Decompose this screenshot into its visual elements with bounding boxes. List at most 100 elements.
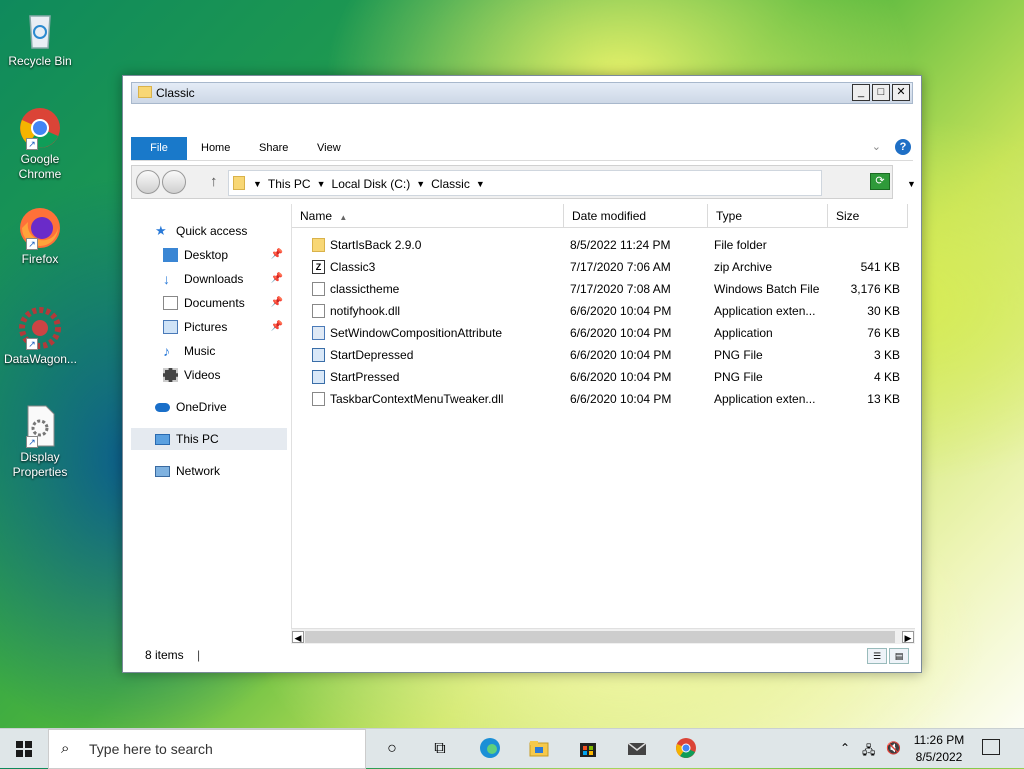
- minimize-button[interactable]: _: [852, 84, 870, 101]
- cell-size: 76 KB: [867, 326, 900, 340]
- address-bar[interactable]: ▼ This PC ▼ Local Disk (C:) ▼ Classic ▼ …: [228, 170, 916, 196]
- edge-icon[interactable]: [478, 737, 502, 761]
- refresh-button[interactable]: ⟳: [870, 173, 890, 190]
- firefox-icon: ↗: [18, 206, 62, 250]
- horizontal-scrollbar[interactable]: ◀ ▶: [291, 628, 915, 644]
- ribbon-tabs: File Home Share View ⌄ ?: [131, 137, 913, 161]
- cell-name: TaskbarContextMenuTweaker.dll: [330, 392, 504, 406]
- nav-item-pictures[interactable]: Pictures 📌: [131, 316, 287, 338]
- table-row[interactable]: StartPressed 6/6/2020 10:04 PM PNG File 4 K…: [292, 366, 916, 388]
- chevron-down-icon[interactable]: ▼: [317, 177, 326, 191]
- nav-this-pc[interactable]: This PC: [131, 428, 287, 450]
- close-button[interactable]: ✕: [892, 84, 910, 101]
- table-row[interactable]: TaskbarContextMenuTweaker.dll 6/6/2020 10…: [292, 388, 916, 410]
- breadcrumb-this-pc[interactable]: This PC: [268, 177, 311, 191]
- sort-ascending-icon: ▲: [339, 213, 348, 222]
- notification-center-icon[interactable]: [982, 739, 1000, 755]
- table-row[interactable]: SetWindowCompositionAttribute 6/6/2020 10…: [292, 322, 916, 344]
- scroll-left-button[interactable]: ◀: [292, 631, 304, 643]
- volume-muted-icon[interactable]: 🔇: [886, 741, 901, 755]
- tab-view[interactable]: View: [303, 137, 355, 160]
- file-file-icon: [312, 392, 325, 406]
- table-row[interactable]: StartDepressed 6/6/2020 10:04 PM PNG File 3…: [292, 344, 916, 366]
- chevron-down-icon[interactable]: ▼: [476, 177, 485, 191]
- desktop-icon-recycle-bin[interactable]: Recycle Bin: [4, 8, 76, 69]
- address-history-dropdown-icon[interactable]: ▼: [907, 179, 916, 189]
- start-button[interactable]: [0, 729, 48, 769]
- desktop-icon-firefox[interactable]: ↗ Firefox: [4, 206, 76, 267]
- scroll-right-button[interactable]: ▶: [902, 631, 914, 643]
- tab-file[interactable]: File: [131, 137, 187, 160]
- nav-item-documents[interactable]: Documents 📌: [131, 292, 287, 314]
- column-header-date[interactable]: Date modified: [564, 204, 708, 228]
- column-header-name[interactable]: Name ▲: [292, 204, 564, 228]
- column-header-size[interactable]: Size: [828, 204, 908, 228]
- desktop-icon-datawagon[interactable]: ↗ DataWagon...: [4, 306, 77, 367]
- details-view-button[interactable]: ☰: [867, 648, 887, 664]
- desktop-icon: [163, 248, 178, 262]
- chrome-taskbar-icon[interactable]: [674, 737, 698, 761]
- back-button[interactable]: [136, 170, 160, 194]
- tab-home[interactable]: Home: [187, 137, 244, 160]
- desktop-icon-display-properties[interactable]: ↗ Display Properties: [4, 404, 76, 480]
- cell-size: 13 KB: [867, 392, 900, 406]
- cell-size: 541 KB: [860, 260, 900, 274]
- title-bar[interactable]: Classic _ □ ✕: [131, 82, 913, 104]
- help-button[interactable]: ?: [895, 139, 911, 155]
- chevron-down-icon[interactable]: ▼: [253, 177, 262, 191]
- forward-button[interactable]: [162, 170, 186, 194]
- nav-item-music[interactable]: ♪ Music: [131, 340, 287, 362]
- system-clock[interactable]: 11:26 PM 8/5/2022: [908, 732, 970, 766]
- task-view-icon[interactable]: ⧉: [428, 737, 452, 761]
- network-status-icon[interactable]: 🖧: [862, 741, 875, 762]
- desktop-icon-label: Google Chrome: [18, 152, 62, 181]
- nav-label: Network: [176, 464, 221, 478]
- nav-item-downloads[interactable]: ↓ Downloads 📌: [131, 268, 287, 290]
- nav-item-videos[interactable]: Videos: [131, 364, 287, 386]
- large-icons-view-button[interactable]: ▤: [889, 648, 909, 664]
- cell-size: 4 KB: [873, 370, 900, 384]
- table-row[interactable]: Z Classic3 7/17/2020 7:06 AM zip Archive 541…: [292, 256, 916, 278]
- scrollbar-thumb[interactable]: [305, 631, 895, 643]
- desktop-icon-chrome[interactable]: ↗ Google Chrome: [4, 106, 76, 182]
- pin-icon[interactable]: 📌: [271, 316, 283, 338]
- table-row[interactable]: StartIsBack 2.9.0 8/5/2022 11:24 PM File f…: [292, 234, 916, 256]
- nav-quick-access[interactable]: ★ Quick access: [131, 220, 287, 242]
- cortana-icon[interactable]: ○: [380, 737, 404, 761]
- pin-icon[interactable]: 📌: [271, 268, 283, 290]
- tab-share[interactable]: Share: [245, 137, 302, 160]
- nav-onedrive[interactable]: OneDrive: [131, 396, 287, 418]
- cell-type: zip Archive: [714, 260, 773, 274]
- breadcrumb-local-disk[interactable]: Local Disk (C:): [332, 177, 411, 191]
- nav-label: OneDrive: [176, 400, 227, 414]
- document-icon: [163, 296, 178, 310]
- chevron-down-icon[interactable]: ▼: [416, 177, 425, 191]
- cell-date: 7/17/2020 7:06 AM: [570, 260, 671, 274]
- navigation-pane: ★ Quick access Desktop 📌 ↓ Downloads 📌 D…: [131, 206, 287, 640]
- pin-icon[interactable]: 📌: [271, 292, 283, 314]
- file-explorer-icon[interactable]: [527, 737, 551, 761]
- cell-name: StartDepressed: [330, 348, 414, 362]
- pin-icon[interactable]: 📌: [271, 244, 283, 266]
- cell-type: Application exten...: [714, 304, 816, 318]
- store-icon[interactable]: [576, 737, 600, 761]
- column-label: Name: [300, 209, 333, 223]
- nav-label: Music: [184, 344, 216, 358]
- desktop-icon-label: Firefox: [21, 252, 59, 266]
- maximize-button[interactable]: □: [872, 84, 890, 101]
- breadcrumb: ▼ This PC ▼ Local Disk (C:) ▼ Classic ▼: [253, 177, 485, 191]
- table-row[interactable]: notifyhook.dll 6/6/2020 10:04 PM Applicati…: [292, 300, 916, 322]
- column-header-type[interactable]: Type: [708, 204, 828, 228]
- table-row[interactable]: classictheme 7/17/2020 7:08 AM Windows Bat…: [292, 278, 916, 300]
- up-arrow-icon[interactable]: ↑: [210, 173, 218, 190]
- taskbar-search-box[interactable]: ⌕ Type here to search: [48, 729, 366, 769]
- search-placeholder: Type here to search: [89, 741, 213, 757]
- desktop-icon-label: DataWagon...: [4, 352, 77, 366]
- chevron-up-icon[interactable]: ⌃: [840, 741, 850, 755]
- breadcrumb-classic[interactable]: Classic: [431, 177, 470, 191]
- nav-item-desktop[interactable]: Desktop 📌: [131, 244, 287, 266]
- mail-icon[interactable]: [625, 737, 649, 761]
- nav-network[interactable]: Network: [131, 460, 287, 482]
- nav-label: Documents: [184, 296, 245, 310]
- chevron-down-icon[interactable]: ⌄: [872, 140, 881, 153]
